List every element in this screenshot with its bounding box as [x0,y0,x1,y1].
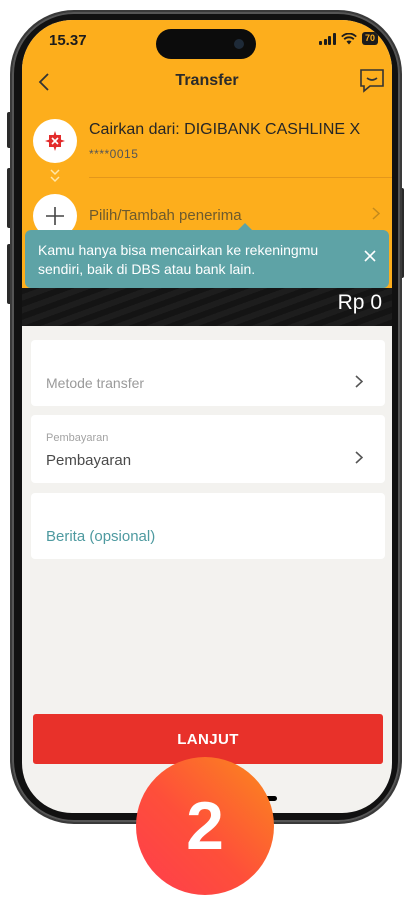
wifi-icon [341,32,357,44]
chevron-right-icon [355,451,363,464]
source-account-title: Cairkan dari: DIGIBANK CASHLINE X [89,121,361,138]
signal-icon [319,32,336,45]
chat-icon[interactable] [359,68,385,94]
amount-value[interactable]: Rp 0 [338,291,382,315]
double-chevron-down-icon [50,169,60,183]
status-icons: 70 [319,32,378,45]
dbs-logo [33,119,77,163]
amount-band: Rp 0 [22,288,392,326]
message-placeholder: Berita (opsional) [46,528,156,545]
step-number-badge: 2 [136,757,274,895]
tooltip-text: Kamu hanya bisa mencairkan ke rekeningmu… [38,242,319,277]
transfer-method-placeholder: Metode transfer [46,375,145,391]
close-icon[interactable] [362,248,378,264]
battery-icon: 70 [361,32,378,45]
source-account-number: ****0015 [89,147,139,161]
page-title: Transfer [175,72,239,89]
plus-icon [46,207,64,225]
info-tooltip: Kamu hanya bisa mencairkan ke rekeningmu… [25,230,389,288]
chevron-right-icon [372,207,380,220]
payment-field-label: Pembayaran [46,432,109,444]
status-time: 15.37 [49,32,87,49]
app-screen: 15.37 70 Transfer Cairkan dari: DIGIBANK… [22,20,392,813]
camera-icon [234,39,244,49]
payment-field[interactable]: Pembayaran Pembayaran [31,415,385,483]
chevron-right-icon [355,375,363,388]
recipient-selector[interactable]: Pilih/Tambah penerima [89,207,242,224]
payment-field-value: Pembayaran [46,452,132,469]
divider [89,177,392,178]
dbs-star-icon [45,131,65,151]
transfer-method-field[interactable]: Metode transfer [31,340,385,406]
message-field[interactable]: Berita (opsional) [31,493,385,559]
